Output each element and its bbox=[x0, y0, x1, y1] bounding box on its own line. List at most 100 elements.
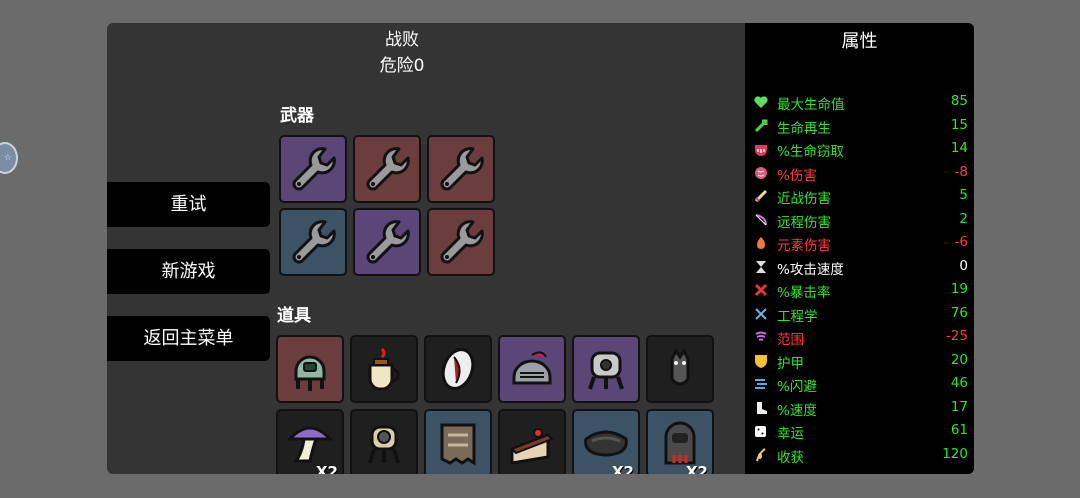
items-heading: 道具 bbox=[277, 306, 311, 326]
stat-row[interactable]: 最大生命值 85 bbox=[753, 92, 968, 113]
stat-value: 15 bbox=[950, 116, 968, 133]
hourglass-icon bbox=[756, 260, 766, 273]
bow-icon bbox=[755, 213, 767, 225]
stat-name: 幸运 bbox=[777, 426, 804, 442]
stat-value: 85 bbox=[950, 93, 968, 109]
weapon-slot[interactable] bbox=[279, 135, 347, 203]
fang-mouth-icon bbox=[441, 348, 475, 390]
stat-value: 19 bbox=[950, 281, 968, 297]
stat-value: 76 bbox=[950, 304, 968, 321]
item-quantity: X2 bbox=[315, 463, 338, 474]
brain-icon bbox=[755, 166, 767, 179]
stat-value: 46 bbox=[950, 375, 968, 391]
lifesteal-icon bbox=[755, 145, 767, 156]
stat-value: 17 bbox=[950, 398, 968, 415]
stat-value: 120 bbox=[942, 445, 968, 462]
item-slot[interactable] bbox=[350, 335, 418, 403]
engineering-turret-icon bbox=[588, 351, 624, 390]
main-menu-button[interactable]: 返回主菜单 bbox=[107, 316, 270, 361]
retry-button[interactable]: 重试 bbox=[107, 182, 270, 227]
knight-helmet-icon bbox=[512, 351, 552, 385]
stat-row[interactable]: 元素伤害 -6 bbox=[753, 233, 968, 254]
stat-name: %伤害 bbox=[777, 167, 817, 184]
stat-row[interactable]: 范围 -25 bbox=[753, 327, 968, 348]
stat-row[interactable]: %攻击速度 0 bbox=[753, 257, 968, 278]
stat-row[interactable]: %速度 17 bbox=[753, 398, 968, 419]
stat-row[interactable]: 生命再生 15 bbox=[753, 116, 968, 137]
weapon-slot[interactable] bbox=[279, 208, 347, 276]
item-slot[interactable]: X2 bbox=[646, 409, 714, 474]
wrench-icon bbox=[440, 147, 484, 191]
stat-name: 远程伤害 bbox=[777, 214, 831, 231]
stat-name: 近战伤害 bbox=[777, 191, 831, 207]
wrench-icon bbox=[366, 147, 410, 191]
stat-row[interactable]: 幸运 61 bbox=[753, 421, 968, 442]
stat-name: 工程学 bbox=[777, 308, 818, 325]
coffee-cup-icon bbox=[368, 347, 400, 391]
dice-icon bbox=[755, 426, 766, 437]
boot-icon bbox=[757, 401, 767, 414]
stat-value: 5 bbox=[959, 187, 968, 203]
stat-value: 2 bbox=[959, 210, 968, 227]
item-slot[interactable] bbox=[276, 335, 344, 403]
wrench-icon bbox=[292, 147, 336, 191]
stat-name: 最大生命值 bbox=[777, 97, 845, 113]
stat-row[interactable]: 收获 120 bbox=[753, 445, 968, 466]
stat-name: 范围 bbox=[777, 332, 804, 348]
shield-icon bbox=[755, 354, 767, 368]
stat-name: 护甲 bbox=[777, 355, 804, 372]
item-slot[interactable] bbox=[424, 335, 492, 403]
item-slot[interactable] bbox=[350, 409, 418, 474]
stat-name: 生命再生 bbox=[777, 120, 831, 137]
weapon-slot[interactable] bbox=[353, 135, 421, 203]
stat-row[interactable]: 近战伤害 5 bbox=[753, 186, 968, 207]
stat-row[interactable]: %暴击率 19 bbox=[753, 280, 968, 301]
health-regen-icon bbox=[754, 119, 768, 132]
stat-row[interactable]: 工程学 76 bbox=[753, 304, 968, 325]
stats-panel: 属性 最大生命值 85 生命再生 15 %生命窃取 14 %伤害 -8 近战伤害 5 远程伤害 2 元素… bbox=[745, 23, 974, 474]
wrench-icon bbox=[440, 220, 484, 264]
bat-icon bbox=[670, 348, 690, 386]
item-slot[interactable]: X2 bbox=[572, 409, 640, 474]
stat-value: 0 bbox=[959, 257, 968, 274]
weapon-slot[interactable] bbox=[427, 135, 495, 203]
wrench-icon bbox=[366, 220, 410, 264]
danger-level: 危险0 bbox=[379, 56, 425, 76]
crit-icon bbox=[754, 283, 768, 297]
item-slot[interactable] bbox=[498, 409, 566, 474]
item-slot[interactable] bbox=[424, 409, 492, 474]
stat-value: 14 bbox=[950, 140, 968, 156]
stat-name: %闪避 bbox=[777, 379, 817, 395]
stat-value: 61 bbox=[950, 422, 968, 438]
stat-row[interactable]: 护甲 20 bbox=[753, 351, 968, 372]
stat-row[interactable]: %伤害 -8 bbox=[753, 163, 968, 184]
tools-icon bbox=[755, 307, 767, 320]
result-title: 战败 bbox=[385, 30, 419, 50]
stat-name: %生命窃取 bbox=[777, 144, 844, 160]
item-slot[interactable] bbox=[572, 335, 640, 403]
tripod-robot-icon bbox=[368, 425, 400, 464]
item-slot[interactable]: X2 bbox=[276, 409, 344, 474]
harvest-icon bbox=[756, 447, 766, 461]
stat-row[interactable]: %闪避 46 bbox=[753, 374, 968, 395]
stats-title: 属性 bbox=[841, 31, 878, 52]
weapon-slot[interactable] bbox=[353, 208, 421, 276]
range-icon bbox=[755, 331, 767, 341]
stat-name: 收获 bbox=[777, 449, 804, 466]
item-quantity: X2 bbox=[611, 463, 634, 474]
stat-name: %暴击率 bbox=[777, 285, 831, 301]
stat-value: 20 bbox=[950, 351, 968, 368]
stat-row[interactable]: 远程伤害 2 bbox=[753, 210, 968, 231]
weapon-slot[interactable] bbox=[427, 208, 495, 276]
stat-value: -8 bbox=[954, 163, 968, 180]
stat-row[interactable]: %生命窃取 14 bbox=[753, 139, 968, 160]
sword-icon bbox=[754, 189, 768, 203]
turret-robot-icon bbox=[294, 355, 326, 391]
stat-value: -25 bbox=[945, 328, 968, 344]
item-slot[interactable] bbox=[498, 335, 566, 403]
side-handle-button[interactable]: ☆ bbox=[0, 142, 18, 174]
cake-slice-icon bbox=[510, 428, 554, 465]
item-slot[interactable] bbox=[646, 335, 714, 403]
ragged-cloth-icon bbox=[440, 423, 476, 466]
new-game-button[interactable]: 新游戏 bbox=[107, 249, 270, 294]
